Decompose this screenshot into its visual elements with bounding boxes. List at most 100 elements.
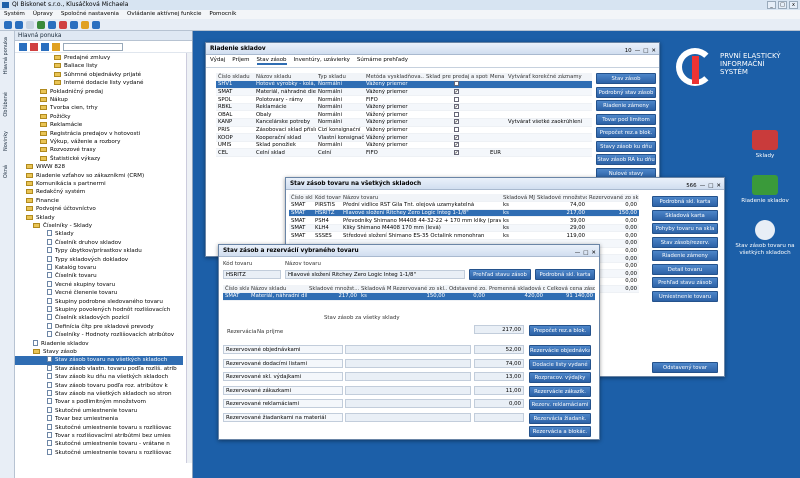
menu-ovladanie[interactable]: Ovládanie aktívnej funkcie xyxy=(127,10,201,19)
side-tab-novinky[interactable]: Novinky xyxy=(3,131,9,151)
stavy-zasob-ku-dnu-button[interactable]: Stavy zásob ku dňu xyxy=(596,140,656,152)
table-cell-checkbox[interactable] xyxy=(424,110,488,120)
tree-item[interactable]: Vecné členenie tovaru xyxy=(15,289,183,297)
tree-item[interactable]: Číselník tovaru xyxy=(15,272,183,280)
table-row[interactable]: SMAT PSH4 Převodníky Shimano M4408 44-32-2… xyxy=(289,216,639,225)
tree-item[interactable]: Katalóg tovaru xyxy=(15,264,183,272)
table-cell-checkbox[interactable] xyxy=(424,118,488,127)
odstaveny-tovar-button[interactable]: Odstavený tovar xyxy=(652,362,718,373)
rezervacia-ziadank-button[interactable]: Rezervácia žiadank. xyxy=(529,412,591,424)
window-stav-rezervacii-titlebar[interactable]: Stav zásob a rezervácií vybraného tovaru… xyxy=(219,245,599,257)
table-cell-checkbox[interactable] xyxy=(424,148,488,158)
column-header[interactable]: Rezervované zo skl... xyxy=(391,285,447,294)
column-header[interactable]: Kód tovaru xyxy=(313,194,341,203)
tree-item[interactable]: Súhrnné objednávky prijaté xyxy=(15,71,183,79)
column-header[interactable]: Vytvárať korekčné záznamy xyxy=(506,73,592,82)
window-stav-zasob-titlebar[interactable]: Stav zásob tovaru na všetkých skladoch 5… xyxy=(286,178,724,190)
tab-vydaj[interactable]: Výdaj xyxy=(210,57,225,65)
tree-item[interactable]: Baliace listy xyxy=(15,62,183,70)
tree-item[interactable]: Podvojné účtovníctvo xyxy=(15,205,183,213)
table-row[interactable]: SPOL Polotovary - rámy Normálni FIFO xyxy=(216,95,592,104)
stav-zasob-ra-ku-dnu-button[interactable]: Stav zásob RA ku dňu xyxy=(596,154,656,165)
tree-collapse-icon[interactable] xyxy=(30,43,38,51)
table-row[interactable]: RBKL Reklamácie Normálni Vážený priemer xyxy=(216,103,592,112)
column-header[interactable]: Mena xyxy=(488,73,506,82)
table-cell-checkbox[interactable] xyxy=(424,95,488,104)
tree-item[interactable]: Výkup, váženie a rozbory xyxy=(15,138,183,146)
tree-item[interactable]: Tvorba cien, trhy xyxy=(15,104,183,112)
win3-maximize-button[interactable]: □ xyxy=(583,247,588,259)
forward-icon[interactable] xyxy=(15,21,23,29)
tree-item[interactable]: Požičky xyxy=(15,113,183,121)
table-cell-checkbox[interactable] xyxy=(424,103,488,112)
table-row[interactable]: SMAT KLH4 Kliky Shimano M4408 170 mm (levá… xyxy=(289,224,639,233)
win2-maximize-button[interactable]: □ xyxy=(708,180,713,192)
table-row[interactable]: OBAL Obaly Normálni Vážený priemer xyxy=(216,110,592,120)
name-field[interactable]: Hlavové složení Ritchey Zero Logic Integ… xyxy=(285,270,465,279)
side-tab-okna[interactable]: Okná xyxy=(3,165,9,178)
prehlad-stavu-button[interactable]: Prehľad stavu zásob xyxy=(469,269,531,280)
help-icon[interactable] xyxy=(70,21,78,29)
tree-item[interactable]: Typy úbytkov/prírastkov skladu xyxy=(15,247,183,255)
win3-close-button[interactable]: ✕ xyxy=(591,247,596,259)
rezervacia-a-blokac-button[interactable]: Rezervácia a blokác. xyxy=(529,426,591,437)
column-header[interactable]: Skladové množstvo... xyxy=(535,194,587,203)
win2-close-button[interactable]: ✕ xyxy=(716,180,721,192)
stav-zasob-rezerv-button[interactable]: Stav zásob/rezerv. xyxy=(652,236,718,248)
rozpracov-vydajky-button[interactable]: Rozpracov. výdajky xyxy=(529,372,591,383)
tree-item[interactable]: Skutočné umiestnenie tovaru xyxy=(15,406,183,415)
prehlad-stavu-zasob-button[interactable]: Prehľad stavu zásob xyxy=(652,277,718,288)
tree-item[interactable]: Stav zásob na všetkých skladoch so stron xyxy=(15,390,183,398)
tree-item[interactable]: Skupiny podrobne sledovaného tovaru xyxy=(15,297,183,306)
prepocet-rez-a-blok-button[interactable]: Prepočet rez.a blok. xyxy=(596,127,656,138)
tree-item[interactable]: Skutočné umiestnenie tovaru s rozlišovac xyxy=(15,448,183,457)
column-header[interactable]: Typ skladu xyxy=(316,73,364,82)
column-header[interactable]: Rezervované zo skl... xyxy=(587,194,639,203)
skladova-karta-button[interactable]: Skladová karta xyxy=(652,209,718,221)
column-header[interactable]: Odstavené zo... xyxy=(447,285,487,294)
column-header[interactable]: Celková cena zásoby xyxy=(545,285,595,294)
checkbox[interactable] xyxy=(453,126,459,132)
tree-item[interactable]: Reklamácie xyxy=(15,121,183,129)
table-row[interactable]: SMAT PIRSTIS Přední vidlice RST Gila Tnt. … xyxy=(289,201,639,210)
side-tab-hlavna-ponuka[interactable]: Hlavná ponuka xyxy=(3,37,9,74)
table-row[interactable]: SHV1Hotové výrobky - kolá, rámyNormálniV… xyxy=(216,80,592,89)
column-header[interactable]: Názov skladu xyxy=(254,73,316,82)
column-header[interactable]: Sklad pre predaj a spotrebu xyxy=(424,73,488,82)
tree-item[interactable]: Sklady xyxy=(15,214,183,222)
riadenie-zameny-button[interactable]: Riadenie zámeny xyxy=(652,250,718,261)
checkbox[interactable] xyxy=(453,142,459,148)
stav-zasob-button[interactable]: Stav zásob xyxy=(596,73,656,84)
tree-item[interactable]: Číselník druhov skladov xyxy=(15,238,183,247)
checkbox[interactable] xyxy=(453,149,459,155)
podrobny-stav-zasob-button[interactable]: Podrobný stav zásob xyxy=(596,86,656,98)
tree-item[interactable]: Číselníky - Hodnoty rozlišovacích atribú… xyxy=(15,331,183,339)
tree-item[interactable]: Predajné zmluvy xyxy=(15,54,183,62)
tree-item[interactable]: Tovar bez umiestnenia xyxy=(15,415,183,423)
rezervacie-objednavkami-button[interactable]: Rezervácie objednávkami xyxy=(529,345,591,356)
prepocet-button[interactable]: Prepočet rez.a blok. xyxy=(529,325,591,336)
checkbox[interactable] xyxy=(453,134,459,140)
table-row[interactable]: PRISZásobovací sklad příslušenstvíCizí k… xyxy=(216,126,592,135)
table-row[interactable]: SMAT HSRITZ Hlavové složení Ritchey Zero L… xyxy=(289,209,639,218)
table-row[interactable]: KOOP Kooperační sklad Vlastní konsignační V… xyxy=(216,133,592,142)
column-header[interactable]: Názov skladu xyxy=(249,285,307,294)
stop-icon[interactable] xyxy=(59,21,67,29)
tree-item[interactable]: Rozvozové trasy xyxy=(15,146,183,154)
win2-minimize-button[interactable]: — xyxy=(700,180,706,192)
podrobna-karta-button[interactable]: Podrobná skl. karta xyxy=(535,269,595,280)
refresh-icon[interactable] xyxy=(37,21,45,29)
window-riadenie-skladov-titlebar[interactable]: Riadenie skladov 10— □ ✕ xyxy=(206,43,659,55)
table-row[interactable]: SMAT Materiál, náhradné diely Normálni Váže… xyxy=(216,88,592,97)
maximize-button[interactable]: □ xyxy=(778,1,787,9)
table-cell-checkbox[interactable] xyxy=(424,126,488,135)
close-button[interactable]: x xyxy=(789,1,798,9)
column-header[interactable]: Číslo skladu xyxy=(216,73,254,82)
riadenie-zameny-button[interactable]: Riadenie zámeny xyxy=(596,100,656,111)
tree-item[interactable]: Riadenie skladov xyxy=(15,339,183,348)
tab-sumarne-prehlady[interactable]: Súmárne prehľady xyxy=(357,57,408,65)
home-icon[interactable] xyxy=(48,21,56,29)
tree-item[interactable]: Komunikácia s partnermi xyxy=(15,180,183,188)
tree-item[interactable]: Redakčný systém xyxy=(15,188,183,196)
tree-item[interactable]: Vecné skupiny tovaru xyxy=(15,280,183,289)
